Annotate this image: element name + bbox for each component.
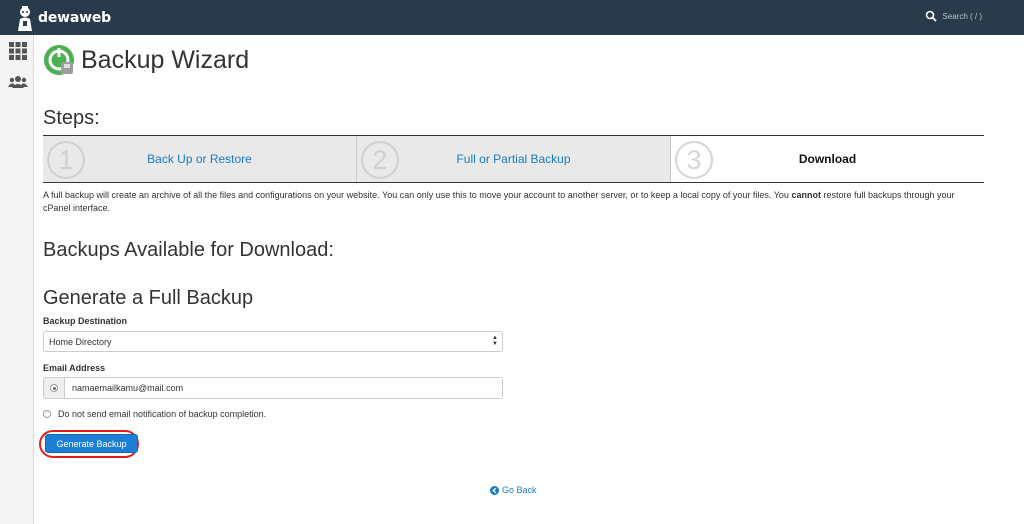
step-back-up-or-restore[interactable]: 1 Back Up or Restore	[43, 136, 357, 182]
main-content: Backup Wizard Steps: 1 Back Up or Restor…	[39, 35, 986, 524]
radio-selected-icon	[50, 384, 58, 392]
step-download: 3 Download	[671, 136, 984, 182]
search-placeholder: Search ( / )	[942, 11, 982, 21]
page-header: Backup Wizard	[43, 44, 249, 76]
step-number: 3	[675, 141, 713, 179]
back-arrow-icon	[490, 485, 499, 495]
description-text: A full backup will create an archive of …	[43, 190, 792, 200]
backup-destination-select[interactable]: Home Directory ▲ ▼	[43, 331, 503, 352]
radio-unselected-icon[interactable]	[43, 410, 51, 418]
go-back-label: Go Back	[502, 485, 537, 495]
no-email-option[interactable]: Do not send email notification of backup…	[43, 409, 266, 419]
mascot-icon	[18, 5, 32, 31]
search-icon	[926, 10, 938, 22]
destination-value: Home Directory	[49, 336, 112, 347]
step-number: 2	[361, 141, 399, 179]
step-label: Back Up or Restore	[147, 152, 252, 166]
search-box[interactable]: Search ( / )	[925, 10, 982, 22]
wizard-steps: 1 Back Up or Restore 2 Full or Partial B…	[43, 135, 984, 183]
email-field[interactable]	[64, 377, 503, 399]
page-title: Backup Wizard	[81, 45, 250, 74]
no-email-label: Do not send email notification of backup…	[58, 409, 267, 419]
top-navbar: dewaweb Search ( / )	[0, 0, 1024, 35]
select-arrows-icon: ▲ ▼	[492, 335, 498, 347]
email-input-group	[43, 377, 503, 399]
email-radio[interactable]	[43, 377, 64, 399]
logo-text: dewaweb	[38, 9, 111, 26]
step-number: 1	[47, 141, 85, 179]
go-back-link[interactable]: Go Back	[490, 485, 537, 495]
generate-full-backup-heading: Generate a Full Backup	[43, 287, 254, 309]
generate-backup-button[interactable]: Generate Backup	[45, 434, 138, 453]
steps-heading: Steps:	[43, 107, 100, 129]
destination-label: Backup Destination	[43, 316, 128, 326]
backup-wizard-icon	[44, 45, 74, 75]
grid-icon[interactable]	[8, 41, 28, 61]
step-full-or-partial-backup[interactable]: 2 Full or Partial Backup	[357, 136, 671, 182]
email-label: Email Address	[43, 363, 106, 373]
sidebar	[0, 35, 34, 524]
backup-description: A full backup will create an archive of …	[43, 189, 983, 214]
description-emphasis: cannot	[791, 190, 821, 200]
brand-logo[interactable]: dewaweb	[14, 4, 111, 31]
backups-available-heading: Backups Available for Download:	[43, 239, 334, 261]
step-label: Full or Partial Backup	[456, 152, 571, 166]
users-icon[interactable]	[8, 72, 28, 92]
step-label: Download	[798, 152, 857, 166]
